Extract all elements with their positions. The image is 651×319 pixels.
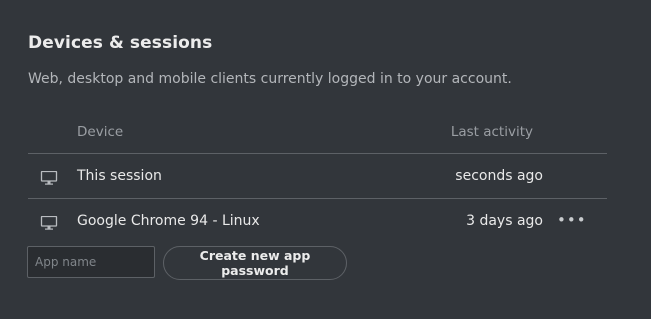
table-row-session-this: This session seconds ago bbox=[28, 154, 607, 199]
device-name: This session bbox=[77, 168, 162, 184]
last-activity: seconds ago bbox=[455, 168, 543, 184]
device-name: Google Chrome 94 - Linux bbox=[77, 213, 260, 229]
section-title: Devices & sessions bbox=[28, 33, 213, 53]
section-subtitle: Web, desktop and mobile clients currentl… bbox=[28, 71, 512, 87]
desktop-icon bbox=[40, 170, 58, 185]
table-header: Device Last activity bbox=[28, 118, 607, 154]
app-name-input[interactable] bbox=[27, 246, 155, 278]
last-activity: 3 days ago bbox=[466, 213, 543, 229]
sessions-table: Device Last activity This session second… bbox=[28, 118, 607, 243]
devices-sessions-panel: Devices & sessions Web, desktop and mobi… bbox=[0, 0, 651, 319]
desktop-icon bbox=[40, 215, 58, 230]
column-header-last-activity: Last activity bbox=[450, 124, 533, 140]
more-options-icon[interactable]: ••• bbox=[557, 207, 586, 233]
column-header-device: Device bbox=[77, 124, 124, 140]
table-row-session-chrome: Google Chrome 94 - Linux 3 days ago ••• bbox=[28, 199, 607, 243]
create-app-password-button[interactable]: Create new app password bbox=[163, 246, 347, 280]
